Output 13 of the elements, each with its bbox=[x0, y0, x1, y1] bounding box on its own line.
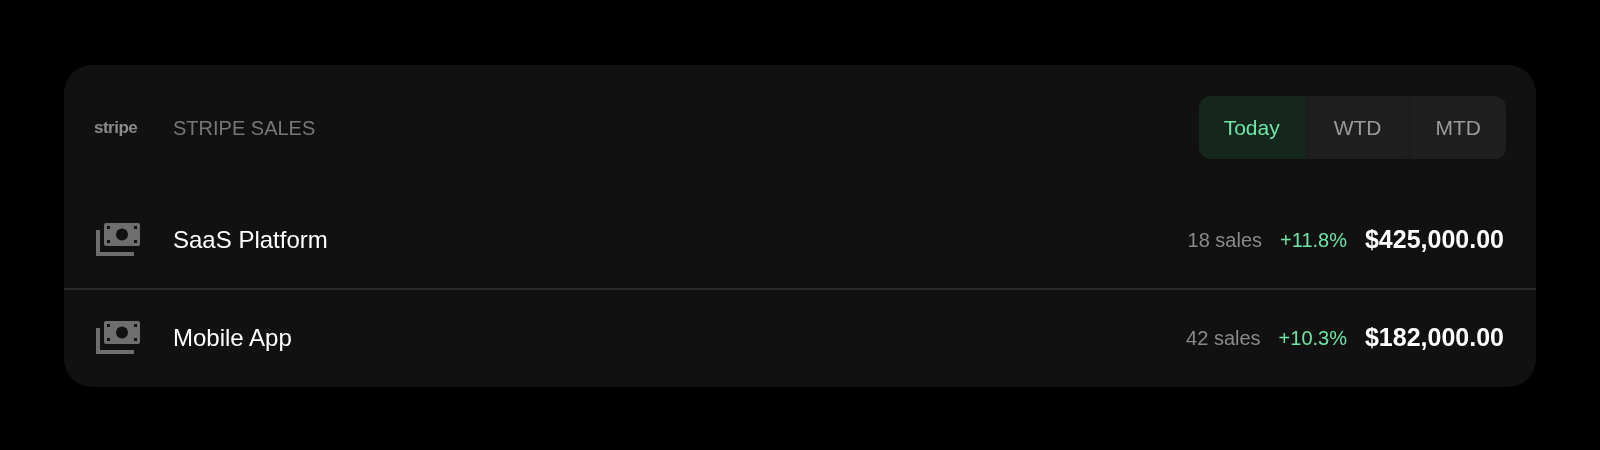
sales-amount: $182,000.00 bbox=[1364, 321, 1504, 353]
sales-amount: $425,000.00 bbox=[1364, 223, 1504, 255]
change-percent: +10.3% bbox=[1278, 325, 1347, 351]
sales-count: 42 sales bbox=[1186, 325, 1261, 351]
period-tab[interactable]: Today bbox=[1198, 96, 1305, 159]
stripe-logo: stripe bbox=[94, 116, 139, 139]
sales-count: 18 sales bbox=[1187, 227, 1263, 253]
money-icon bbox=[96, 221, 142, 258]
card-title: STRIPE SALES bbox=[173, 115, 316, 141]
product-name: SaaS Platform bbox=[173, 224, 329, 255]
product-name: Mobile App bbox=[173, 322, 293, 353]
money-icon bbox=[96, 319, 142, 356]
change-percent: +11.8% bbox=[1280, 227, 1347, 253]
